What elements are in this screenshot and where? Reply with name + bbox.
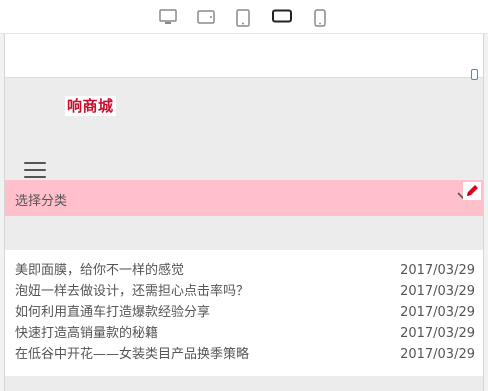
menu-icon[interactable] — [24, 162, 46, 178]
list-item[interactable]: 如何利用直通车打造爆款经验分享 2017/03/29 — [15, 302, 475, 323]
article-date: 2017/03/29 — [400, 263, 475, 278]
article-date: 2017/03/29 — [400, 347, 475, 362]
phone-landscape-icon[interactable] — [272, 9, 292, 23]
list-item[interactable]: 美即面膜，给你不一样的感觉 2017/03/29 — [15, 260, 475, 281]
device-toolbar — [0, 0, 488, 34]
phone-portrait-icon[interactable] — [314, 9, 326, 27]
article-title[interactable]: 快速打造高销量款的秘籍 — [15, 323, 158, 344]
mobile-preview-icon[interactable] — [471, 69, 478, 80]
tablet-portrait-icon[interactable] — [236, 9, 250, 27]
desktop-icon[interactable] — [159, 9, 177, 25]
article-title[interactable]: 如何利用直通车打造爆款经验分享 — [15, 302, 210, 323]
article-title[interactable]: 在低谷中开花——女装类目产品换季策略 — [15, 344, 249, 365]
list-item[interactable]: 快速打造高销量款的秘籍 2017/03/29 — [15, 323, 475, 344]
tablet-landscape-icon[interactable] — [197, 9, 215, 25]
category-select[interactable]: 选择分类 — [5, 180, 483, 216]
preview-frame: 响商城 选择分类 美即面膜，给你不一样的感觉 2017/03/29 泡妞一样去做… — [4, 34, 484, 391]
article-date: 2017/03/29 — [400, 326, 475, 341]
article-list: 美即面膜，给你不一样的感觉 2017/03/29 泡妞一样去做设计，还需担心点击… — [5, 250, 483, 376]
site-logo[interactable]: 响商城 — [65, 96, 116, 116]
article-title[interactable]: 泡妞一样去做设计，还需担心点击率吗？ — [15, 281, 249, 302]
article-date: 2017/03/29 — [400, 284, 475, 299]
category-select-label: 选择分类 — [15, 194, 68, 209]
edit-pencil-icon[interactable] — [463, 182, 481, 200]
list-item[interactable]: 在低谷中开花——女装类目产品换季策略 2017/03/29 — [15, 344, 475, 365]
article-title[interactable]: 美即面膜，给你不一样的感觉 — [15, 260, 184, 281]
list-item[interactable]: 泡妞一样去做设计，还需担心点击率吗？ 2017/03/29 — [15, 281, 475, 302]
preview-topbar — [5, 34, 483, 78]
article-date: 2017/03/29 — [400, 305, 475, 320]
